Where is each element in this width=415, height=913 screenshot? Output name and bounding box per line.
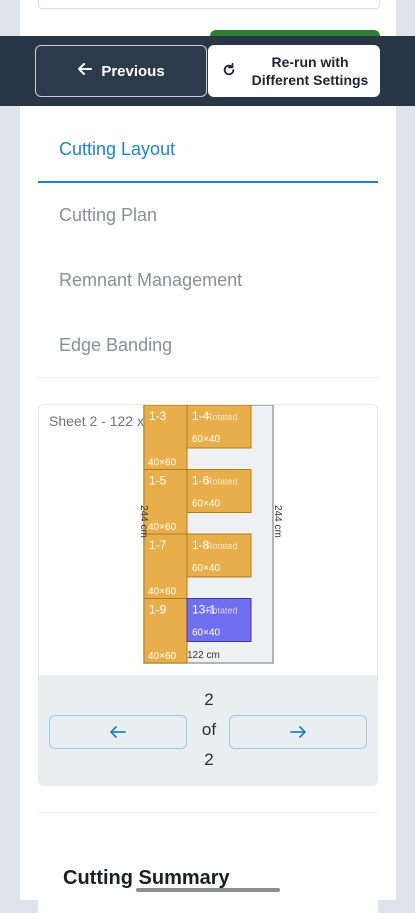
piece-size-label: 60×40: [192, 499, 221, 510]
piece-id-label: 1-7: [149, 538, 167, 552]
tab-remnant-management[interactable]: Remnant Management: [38, 248, 378, 313]
piece-size-label: 40×60: [148, 587, 177, 598]
piece-size-label: 40×60: [148, 522, 177, 533]
sheet-diagram: 1-340×601-4Rotated60×401-540×601-6Rotate…: [138, 405, 283, 664]
sheet-pager: 2 of 2: [39, 675, 377, 785]
piece-size-label: 60×40: [192, 563, 221, 574]
piece-size-label: 40×60: [148, 651, 177, 662]
previous-button[interactable]: Previous: [35, 45, 207, 97]
arrow-left-icon: [77, 61, 93, 81]
sheet-layout-card: Sheet 2 - 122 x 1-3 40×60 1-4 Rotated 60×40 1…: [38, 404, 378, 786]
next-sheet-button[interactable]: [229, 715, 367, 749]
piece-size-label: 60×40: [192, 628, 221, 639]
cutting-summary-title: Cutting Summary: [63, 867, 230, 889]
previous-sheet-button[interactable]: [49, 715, 187, 749]
result-tabs: Cutting Layout Cutting Plan Remnant Mana…: [38, 118, 378, 378]
rerun-label-line2: Different Settings: [251, 72, 369, 88]
piece-id-label: 1-5: [149, 474, 167, 488]
sheet-height-label-left: 244 cm: [138, 505, 149, 538]
refresh-icon: [222, 62, 236, 80]
tab-edge-banding[interactable]: Edge Banding: [38, 313, 378, 378]
sheet-width-label: 122 cm: [187, 650, 220, 661]
tabs-divider: [38, 377, 378, 378]
total-pages: 2: [204, 750, 214, 769]
page-indicator: 2 of 2: [189, 685, 229, 775]
piece-size-label: 40×60: [148, 458, 177, 469]
rerun-button[interactable]: Re-run with Different Settings: [208, 45, 380, 97]
piece-id-label: 1-3: [149, 409, 167, 423]
current-page: 2: [204, 690, 214, 709]
of-label: of: [201, 720, 217, 739]
rotated-label: Rotated: [206, 477, 238, 487]
rotated-label: Rotated: [206, 541, 238, 551]
tab-cutting-layout[interactable]: Cutting Layout: [38, 118, 378, 183]
previous-card-edge: [38, 0, 380, 9]
piece-id-label: 1-9: [149, 603, 167, 617]
rotated-label: Rotated: [206, 412, 238, 422]
arrow-right-icon: [290, 722, 306, 743]
previous-label: Previous: [101, 62, 165, 80]
rerun-label-line1: Re-run with: [271, 54, 349, 70]
arrow-left-icon: [110, 722, 126, 743]
home-indicator: [136, 888, 280, 892]
tab-cutting-plan[interactable]: Cutting Plan: [38, 183, 378, 248]
piece-size-label: 60×40: [192, 434, 221, 445]
rotated-label: Rotated: [206, 606, 238, 616]
sheet-height-label: 244 cm: [272, 505, 283, 538]
rerun-label: Re-run with Different Settings: [250, 53, 370, 89]
cutting-summary-card: Cutting Summary: [38, 812, 378, 913]
